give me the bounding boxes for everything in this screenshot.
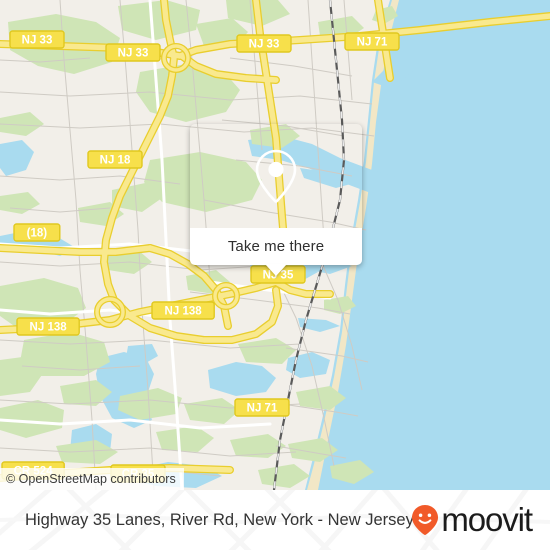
shield-county-18[interactable]: (18) xyxy=(13,223,61,242)
footer-bar: Highway 35 Lanes, River Rd, New York - N… xyxy=(0,490,550,550)
shield-nj-138-east[interactable]: NJ 138 xyxy=(151,301,215,320)
moovit-map-screenshot: NJ 33 NJ 33 NJ 33 NJ 71 NJ 18 (18) NJ 138 NJ 13… xyxy=(0,0,550,550)
location-title: Highway 35 Lanes, River Rd, New York - N… xyxy=(25,510,414,529)
shield-label: NJ 33 xyxy=(249,39,280,51)
shield-label: NJ 138 xyxy=(30,322,68,334)
map-pin-icon xyxy=(255,149,297,203)
location-popup-card[interactable]: Take me there xyxy=(190,124,362,276)
shield-label: NJ 33 xyxy=(118,48,149,60)
shield-label: NJ 71 xyxy=(247,403,278,415)
moovit-logo[interactable]: moovit xyxy=(410,501,533,538)
shield-nj-33-west[interactable]: NJ 33 xyxy=(9,30,65,49)
map-attribution[interactable]: © OpenStreetMap contributors xyxy=(0,468,184,490)
shield-label: (18) xyxy=(27,228,48,240)
popup-pointer xyxy=(265,264,287,276)
shield-label: NJ 18 xyxy=(100,155,131,167)
moovit-wordmark: moovit xyxy=(441,501,533,538)
shield-nj-138-west[interactable]: NJ 138 xyxy=(16,317,80,336)
shield-nj-71-south[interactable]: NJ 71 xyxy=(234,398,290,417)
shield-nj-18[interactable]: NJ 18 xyxy=(87,150,143,169)
shield-label: NJ 138 xyxy=(165,306,203,318)
moovit-smiley-pin-icon xyxy=(412,505,439,535)
shield-nj-33-junction[interactable]: NJ 33 xyxy=(105,43,161,62)
take-me-there-button[interactable]: Take me there xyxy=(190,228,362,265)
shield-nj-71-north[interactable]: NJ 71 xyxy=(344,32,400,51)
shield-label: NJ 71 xyxy=(357,37,388,49)
take-me-there-label: Take me there xyxy=(227,238,325,255)
shield-nj-33-east[interactable]: NJ 33 xyxy=(236,34,292,53)
popup-card-top xyxy=(190,124,362,228)
shield-label: NJ 33 xyxy=(22,35,53,47)
